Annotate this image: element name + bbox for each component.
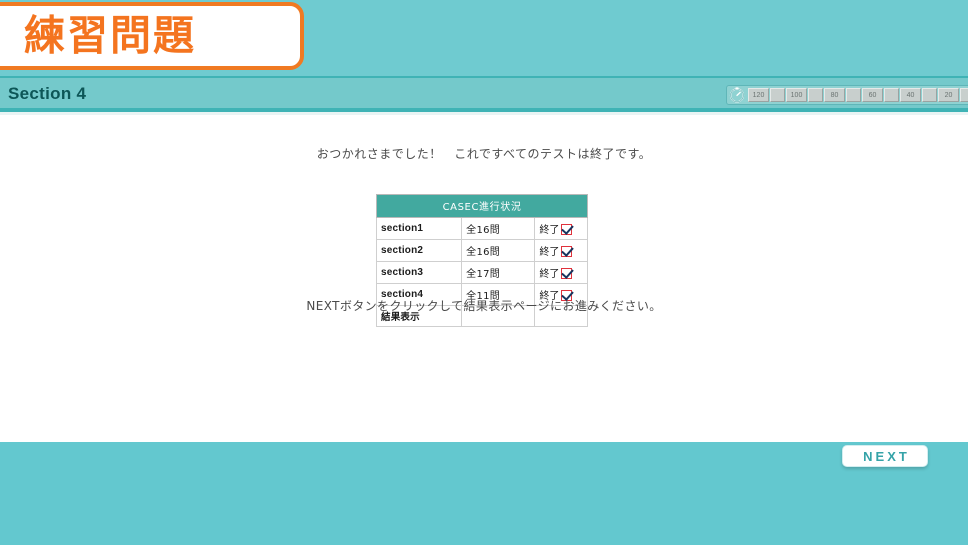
timer-cell — [922, 88, 937, 102]
row-section-label: section2 — [375, 239, 463, 262]
logo-frame: 練習問題 — [0, 2, 304, 70]
main-content: おつかれさまでした！ これですべてのテストは終了です。 CASEC進行状況 se… — [0, 115, 968, 442]
timer-cell: 120 — [748, 88, 769, 102]
completion-message: おつかれさまでした！ これですべてのテストは終了です。 — [316, 147, 652, 161]
timer-cell: 20 — [938, 88, 959, 102]
timer-cell: 80 — [824, 88, 845, 102]
timer-cell — [884, 88, 899, 102]
next-button[interactable]: NEXT — [842, 445, 928, 467]
timer-cell: 40 — [900, 88, 921, 102]
logo-band: 練習問題 — [0, 0, 968, 76]
row-status: 終了 — [534, 239, 588, 262]
table-row: section3 全17問 終了 — [375, 261, 588, 284]
checkmark-icon — [561, 246, 573, 257]
page-title: Section 4 — [8, 84, 87, 103]
table-header-row: CASEC進行状況 — [376, 194, 588, 218]
timer-widget: 120 100 80 60 40 20 0 — [726, 85, 968, 105]
row-question-count: 全17問 — [461, 261, 536, 284]
row-status-label: 終了 — [539, 225, 560, 236]
timer-cell — [960, 88, 968, 102]
timer-cell — [846, 88, 861, 102]
row-status: 終了 — [534, 261, 588, 284]
next-button-label: NEXT — [863, 448, 910, 464]
row-status-label: 終了 — [539, 247, 560, 258]
timer-cell: 60 — [862, 88, 883, 102]
footer-band: ボタンを押しても進まない・音が出ないなどトラブルが発生した場合には、 無理に先に… — [0, 442, 968, 545]
row-section-label: section3 — [375, 261, 463, 284]
row-question-count: 全16問 — [461, 239, 536, 262]
row-question-count: 全16問 — [461, 217, 536, 240]
checkmark-icon — [561, 268, 573, 279]
row-status: 終了 — [534, 217, 588, 240]
checkmark-icon — [561, 224, 573, 235]
table-row: section1 全16問 終了 — [375, 217, 588, 240]
timer-cell: 100 — [786, 88, 807, 102]
table-row: section2 全16問 終了 — [375, 239, 588, 262]
logo-title: 練習問題 — [24, 11, 196, 60]
next-instruction: NEXTボタンをクリックして結果表示ページにお進みください。 — [306, 299, 662, 313]
row-status-label: 終了 — [539, 269, 560, 280]
table-caption: CASEC進行状況 — [376, 194, 588, 218]
timer-cell — [770, 88, 785, 102]
timer-scale: 120 100 80 60 40 20 0 — [748, 88, 968, 103]
row-section-label: section1 — [375, 217, 463, 240]
timer-cell — [808, 88, 823, 102]
stopwatch-icon — [729, 87, 745, 103]
